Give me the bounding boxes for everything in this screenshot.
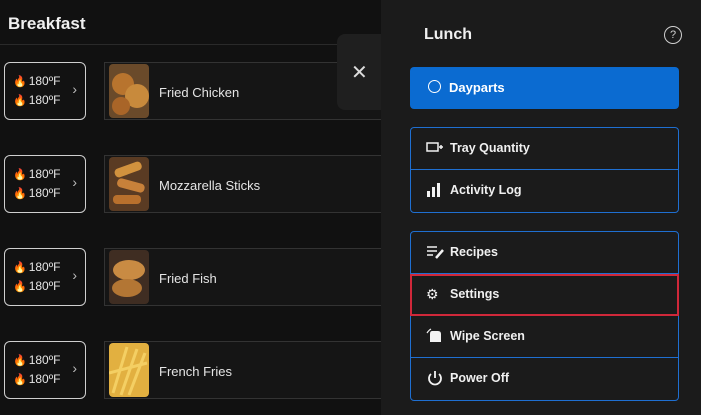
food-name: Mozzarella Sticks	[159, 178, 261, 193]
chevron-right-icon: ›	[72, 360, 77, 376]
menu-item-power-off[interactable]: Power Off	[411, 358, 678, 400]
food-row: 🔥 180ºF 🔥 180ºF › Fried Fish	[0, 248, 381, 308]
tray-plus-icon	[426, 140, 444, 156]
temperature-button[interactable]: 🔥 180ºF 🔥 180ºF ›	[4, 62, 86, 120]
flame-icon: 🔥	[13, 169, 27, 181]
temperature-bottom: 🔥 180ºF	[13, 186, 61, 200]
food-row: 🔥 180ºF 🔥 180ºF › French Fries	[0, 341, 381, 401]
selection-highlight	[410, 274, 679, 316]
help-icon[interactable]: ?	[664, 26, 682, 44]
chevron-right-icon: ›	[72, 267, 77, 283]
food-thumbnail	[109, 157, 149, 211]
menu-item-tray-quantity[interactable]: Tray Quantity	[411, 128, 678, 170]
daypart-title: Breakfast	[8, 14, 86, 33]
menu-group-1: Tray Quantity Activity Log	[410, 127, 679, 213]
food-thumbnail	[109, 250, 149, 304]
food-item[interactable]: Mozzarella Sticks	[104, 155, 381, 213]
menu-panel: Lunch ? Dayparts Tray Quantity Activity …	[381, 0, 701, 415]
temperature-bottom: 🔥 180ºF	[13, 279, 61, 293]
close-panel-button[interactable]: ✕	[337, 34, 381, 110]
recipes-label: Recipes	[450, 245, 498, 259]
food-thumbnail	[109, 343, 149, 397]
tray-quantity-label: Tray Quantity	[450, 141, 530, 155]
menu-item-wipe-screen[interactable]: Wipe Screen	[411, 316, 678, 358]
panel-title: Lunch	[424, 26, 472, 43]
temperature-top: 🔥 180ºF	[13, 74, 61, 88]
food-thumbnail	[109, 64, 149, 118]
hand-wipe-icon	[426, 328, 444, 344]
menu-group-2: Recipes ⚙ Settings Wipe Screen Power Off	[410, 231, 679, 401]
temperature-button[interactable]: 🔥 180ºF 🔥 180ºF ›	[4, 155, 86, 213]
temperature-bottom: 🔥 180ºF	[13, 372, 61, 386]
flame-icon: 🔥	[13, 374, 27, 386]
food-item[interactable]: Fried Fish	[104, 248, 381, 306]
temperature-button[interactable]: 🔥 180ºF 🔥 180ºF ›	[4, 248, 86, 306]
flame-icon: 🔥	[13, 188, 27, 200]
power-icon	[426, 370, 444, 386]
clock-icon	[428, 80, 441, 93]
bar-chart-icon	[426, 182, 444, 198]
chevron-right-icon: ›	[72, 174, 77, 190]
close-icon: ✕	[351, 62, 368, 84]
flame-icon: 🔥	[13, 76, 27, 88]
temperature-bottom: 🔥 180ºF	[13, 93, 61, 107]
chevron-right-icon: ›	[72, 81, 77, 97]
menu-item-recipes[interactable]: Recipes	[411, 232, 678, 274]
food-name: French Fries	[159, 364, 232, 379]
list-edit-icon	[426, 244, 444, 260]
flame-icon: 🔥	[13, 355, 27, 367]
food-list-pane: Breakfast 🔥 180ºF 🔥 180ºF › Fried Chicken …	[0, 0, 381, 415]
temperature-top: 🔥 180ºF	[13, 353, 61, 367]
food-name: Fried Chicken	[159, 85, 240, 100]
flame-icon: 🔥	[13, 281, 27, 293]
power-off-label: Power Off	[450, 371, 510, 385]
food-row: 🔥 180ºF 🔥 180ºF › Mozzarella Sticks	[0, 155, 381, 215]
dayparts-label: Dayparts	[449, 80, 505, 95]
flame-icon: 🔥	[13, 95, 27, 107]
food-item[interactable]: French Fries	[104, 341, 381, 399]
temperature-top: 🔥 180ºF	[13, 167, 61, 181]
menu-item-activity-log[interactable]: Activity Log	[411, 170, 678, 212]
activity-log-label: Activity Log	[450, 183, 522, 197]
header-bar: Breakfast	[0, 0, 381, 45]
flame-icon: 🔥	[13, 262, 27, 274]
food-name: Fried Fish	[159, 271, 217, 286]
temperature-button[interactable]: 🔥 180ºF 🔥 180ºF ›	[4, 341, 86, 399]
temperature-top: 🔥 180ºF	[13, 260, 61, 274]
food-row: 🔥 180ºF 🔥 180ºF › Fried Chicken	[0, 62, 381, 122]
wipe-screen-label: Wipe Screen	[450, 329, 525, 343]
dayparts-button[interactable]: Dayparts	[410, 67, 679, 109]
